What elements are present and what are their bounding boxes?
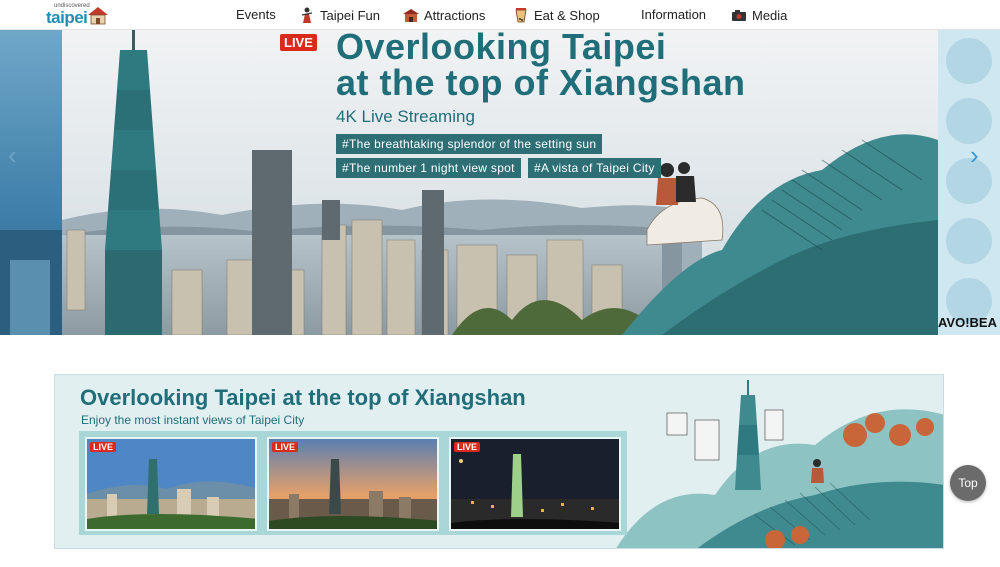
hero-tag[interactable]: #The breathtaking splendor of the settin… xyxy=(336,134,603,154)
decorative-circle xyxy=(946,38,992,84)
carousel-next-arrow-icon[interactable]: › xyxy=(970,140,979,171)
thumbnail-image xyxy=(269,439,437,529)
hero-tag[interactable]: #A vista of Taipei City xyxy=(528,158,661,178)
live-thumbnail-night[interactable]: LIVE xyxy=(449,437,621,531)
carousel-prev-arrow-icon[interactable]: ‹ xyxy=(8,140,17,171)
back-to-top-button[interactable]: Top xyxy=(950,465,986,501)
nav-item-label: Events xyxy=(236,7,276,22)
decorative-circle xyxy=(946,98,992,144)
nav-item-label: Media xyxy=(752,8,788,23)
hero-subtitle: 4K Live Streaming xyxy=(336,107,475,126)
hero-carousel: AVO!BEA LIVE Overlooking Taipei at the t… xyxy=(0,30,1000,335)
decorative-circle xyxy=(946,158,992,204)
nav-item-label: Eat & Shop xyxy=(534,8,600,23)
banner-title: Overlooking Taipei at the top of Xiangsh… xyxy=(80,385,526,410)
thumbnail-image xyxy=(451,439,619,529)
live-thumbnail-day[interactable]: LIVE xyxy=(85,437,257,531)
nav-item-label: Taipei Fun xyxy=(320,8,380,23)
nav-item-label: Attractions xyxy=(424,8,486,23)
logo-house-icon xyxy=(88,7,108,25)
previous-slide-image xyxy=(0,230,62,335)
nav-item-eat-shop[interactable]: Eat & Shop xyxy=(512,7,600,23)
thumbnail-live-badge: LIVE xyxy=(454,442,481,452)
camera-icon xyxy=(732,10,746,21)
top-navigation-bar: undiscovered taipei Events Taipei Fun At… xyxy=(0,0,1000,30)
hero-tag[interactable]: #The number 1 night view spot xyxy=(336,158,521,178)
drink-icon xyxy=(515,8,527,23)
thumbnail-image xyxy=(87,439,255,529)
xiangshan-live-banner[interactable]: Overlooking Taipei at the top of Xiangsh… xyxy=(54,374,944,549)
next-slide-peek[interactable]: AVO!BEA xyxy=(938,30,1000,335)
building-icon xyxy=(403,9,419,22)
nav-item-taipei-fun[interactable]: Taipei Fun xyxy=(298,7,380,23)
next-slide-text: AVO!BEA xyxy=(938,315,997,330)
previous-slide-peek[interactable] xyxy=(0,30,62,335)
decorative-circle xyxy=(946,218,992,264)
nav-item-media[interactable]: Media xyxy=(730,7,787,23)
person-icon xyxy=(301,7,313,23)
banner-subtitle: Enjoy the most instant views of Taipei C… xyxy=(81,413,305,427)
thumbnail-live-badge: LIVE xyxy=(90,442,117,452)
site-logo[interactable]: undiscovered taipei xyxy=(44,3,110,27)
live-thumbnail-sunset[interactable]: LIVE xyxy=(267,437,439,531)
nav-item-information[interactable]: Information xyxy=(641,7,706,22)
logo-wordmark: taipei xyxy=(46,8,88,27)
hero-live-badge: LIVE xyxy=(280,34,317,51)
nav-item-label: Information xyxy=(641,7,707,22)
hero-title-line-2: at the top of Xiangshan xyxy=(336,62,746,103)
thumbnail-live-badge: LIVE xyxy=(272,442,299,452)
nav-item-attractions[interactable]: Attractions xyxy=(402,7,485,23)
nav-item-events[interactable]: Events xyxy=(236,7,276,22)
